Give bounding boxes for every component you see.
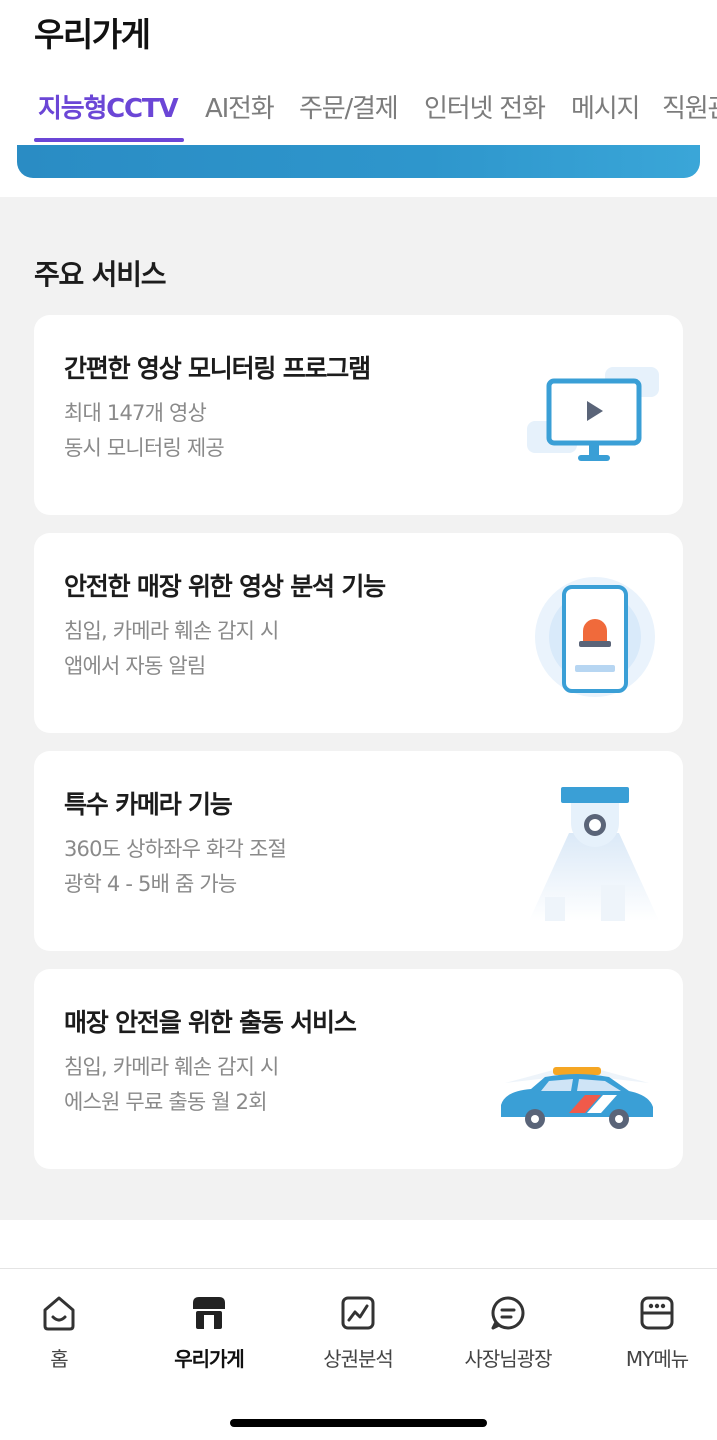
nav-label: 홈 <box>50 1347 68 1371</box>
card-desc: 360도 상하좌우 화각 조절 <box>64 837 287 861</box>
card-desc: 침입, 카메라 훼손 감지 시 <box>64 1055 279 1079</box>
tab-internet-phone[interactable]: 인터넷 전화 <box>424 88 546 144</box>
phone-siren-icon <box>535 577 655 697</box>
content-spacer <box>0 1220 717 1268</box>
card-title: 매장 안전을 위한 출동 서비스 <box>64 1008 357 1037</box>
card-desc: 최대 147개 영상 <box>64 401 207 425</box>
page-title: 우리가게 <box>34 15 151 54</box>
dome-camera-icon <box>529 787 659 921</box>
card-desc: 침입, 카메라 훼손 감지 시 <box>64 619 279 643</box>
chart-icon <box>341 1296 375 1330</box>
card-title: 간편한 영상 모니터링 프로그램 <box>64 354 371 383</box>
card-desc: 앱에서 자동 알림 <box>64 654 206 678</box>
service-card-video-analysis[interactable]: 안전한 매장 위한 영상 분석 기능 침입, 카메라 훼손 감지 시 앱에서 자… <box>34 533 683 733</box>
section-title: 주요 서비스 <box>34 258 167 291</box>
home-icon <box>43 1296 75 1331</box>
bottom-navigation: 홈 우리가게 상권분석 사장님광장 MY메뉴 <box>0 1268 717 1440</box>
tab-staff[interactable]: 직원관리 <box>662 88 717 144</box>
home-indicator[interactable] <box>230 1419 487 1427</box>
my-menu-icon <box>640 1296 674 1330</box>
patrol-car-icon <box>501 1067 653 1129</box>
nav-label: 사장님광장 <box>464 1347 553 1371</box>
card-desc: 에스원 무료 출동 월 2회 <box>64 1090 268 1114</box>
nav-owner-square[interactable]: 사장님광장 <box>443 1289 573 1371</box>
nav-market-analysis[interactable]: 상권분석 <box>293 1289 423 1371</box>
tab-cctv[interactable]: 지능형CCTV <box>38 88 179 144</box>
nav-label: MY메뉴 <box>625 1347 689 1371</box>
monitor-play-icon <box>527 367 659 461</box>
tab-order-payment[interactable]: 주문/결제 <box>299 88 399 144</box>
nav-store[interactable]: 우리가게 <box>144 1289 274 1371</box>
category-tabs: 지능형CCTV AI전화 주문/결제 인터넷 전화 메시지 직원관리 <box>0 88 717 144</box>
app-header: 우리가게 지능형CCTV AI전화 주문/결제 인터넷 전화 메시지 직원관리 <box>0 0 717 145</box>
nav-label: 우리가게 <box>174 1347 245 1371</box>
card-title: 특수 카메라 기능 <box>64 790 233 819</box>
promo-banner[interactable] <box>17 145 700 178</box>
tab-ai-call[interactable]: AI전화 <box>205 88 275 144</box>
nav-home[interactable]: 홈 <box>0 1289 124 1371</box>
active-tab-indicator <box>34 138 184 142</box>
banner-area <box>0 145 717 197</box>
main-content: 주요 서비스 간편한 영상 모니터링 프로그램 최대 147개 영상 동시 모니… <box>0 197 717 1220</box>
nav-my-menu[interactable]: MY메뉴 <box>592 1289 717 1371</box>
card-desc: 광학 4 - 5배 줌 가능 <box>64 872 237 896</box>
nav-label: 상권분석 <box>323 1347 394 1371</box>
card-title: 안전한 매장 위한 영상 분석 기능 <box>64 572 386 601</box>
service-card-dispatch[interactable]: 매장 안전을 위한 출동 서비스 침입, 카메라 훼손 감지 시 에스원 무료 … <box>34 969 683 1169</box>
store-icon <box>193 1297 225 1329</box>
tab-message[interactable]: 메시지 <box>571 88 640 144</box>
service-card-monitoring[interactable]: 간편한 영상 모니터링 프로그램 최대 147개 영상 동시 모니터링 제공 <box>34 315 683 515</box>
card-desc: 동시 모니터링 제공 <box>64 436 225 460</box>
chat-icon <box>491 1296 525 1330</box>
service-card-special-camera[interactable]: 특수 카메라 기능 360도 상하좌우 화각 조절 광학 4 - 5배 줌 가능 <box>34 751 683 951</box>
